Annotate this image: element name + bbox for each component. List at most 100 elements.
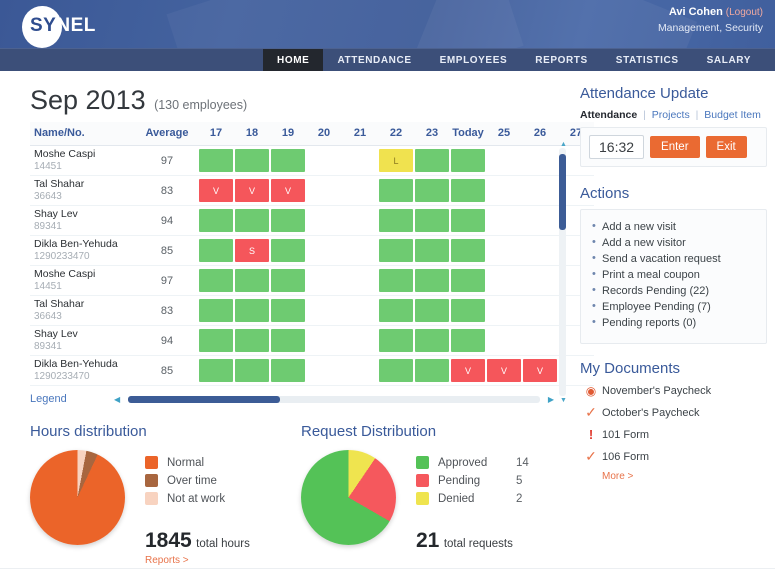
- table-row[interactable]: Dikla Ben-Yehuda129023347085S: [30, 236, 594, 266]
- cell-day-status[interactable]: V: [522, 356, 558, 386]
- day-status-block[interactable]: [379, 179, 413, 202]
- day-status-block[interactable]: [199, 149, 233, 172]
- cell-day-status[interactable]: [378, 176, 414, 206]
- tab-attendance[interactable]: Attendance: [580, 109, 637, 121]
- day-status-block[interactable]: [451, 299, 485, 322]
- day-status-block[interactable]: S: [235, 239, 269, 262]
- day-status-block[interactable]: [235, 359, 269, 382]
- hours-pie-graphic[interactable]: [30, 450, 125, 545]
- day-status-block[interactable]: [199, 269, 233, 292]
- cell-day-status[interactable]: [414, 326, 450, 356]
- cell-day-status[interactable]: [414, 146, 450, 176]
- documents-more-link[interactable]: More >: [602, 471, 767, 482]
- enter-button[interactable]: Enter: [650, 136, 700, 158]
- tab-budget-item[interactable]: Budget Item: [704, 109, 761, 121]
- cell-day-status[interactable]: [414, 356, 450, 386]
- cell-day-status[interactable]: [450, 296, 486, 326]
- scroll-left-icon[interactable]: ◀: [114, 395, 120, 404]
- day-status-block[interactable]: [271, 209, 305, 232]
- cell-day-status[interactable]: [198, 326, 234, 356]
- cell-day-status[interactable]: [450, 176, 486, 206]
- hours-reports-link[interactable]: Reports >: [145, 555, 301, 566]
- cell-day-status[interactable]: [270, 266, 306, 296]
- cell-day-status[interactable]: [270, 296, 306, 326]
- table-row[interactable]: Moshe Caspi1445197: [30, 266, 594, 296]
- cell-day-status[interactable]: [450, 266, 486, 296]
- day-status-block[interactable]: [415, 179, 449, 202]
- day-status-block[interactable]: [199, 239, 233, 262]
- day-status-block[interactable]: V: [271, 179, 305, 202]
- table-row[interactable]: Shay Lev8934194: [30, 326, 594, 356]
- cell-day-status[interactable]: [198, 236, 234, 266]
- cell-day-status[interactable]: [450, 206, 486, 236]
- document-item[interactable]: !101 Form: [580, 427, 767, 442]
- cell-day-status[interactable]: [270, 236, 306, 266]
- cell-employee[interactable]: Tal Shahar36643: [30, 176, 136, 206]
- cell-day-status[interactable]: [198, 296, 234, 326]
- horizontal-scroll-thumb[interactable]: [128, 396, 280, 403]
- day-status-block[interactable]: V: [487, 359, 521, 382]
- day-status-block[interactable]: [379, 239, 413, 262]
- cell-day-status[interactable]: [378, 296, 414, 326]
- cell-day-status[interactable]: [234, 296, 270, 326]
- exit-button[interactable]: Exit: [706, 136, 747, 158]
- table-row[interactable]: Tal Shahar3664383: [30, 296, 594, 326]
- day-status-block[interactable]: [415, 299, 449, 322]
- col-header-name[interactable]: Name/No.: [30, 122, 136, 146]
- day-status-block[interactable]: [415, 239, 449, 262]
- cell-day-status[interactable]: [378, 326, 414, 356]
- day-status-block[interactable]: [271, 329, 305, 352]
- cell-day-status[interactable]: [378, 236, 414, 266]
- cell-employee[interactable]: Dikla Ben-Yehuda1290233470: [30, 236, 136, 266]
- day-status-block[interactable]: V: [199, 179, 233, 202]
- action-item-2[interactable]: Send a vacation request: [591, 251, 756, 267]
- cell-day-status[interactable]: [414, 206, 450, 236]
- scroll-right-icon[interactable]: ▶: [548, 395, 554, 404]
- day-status-block[interactable]: [235, 269, 269, 292]
- nav-item-statistics[interactable]: STATISTICS: [602, 49, 693, 71]
- cell-day-status[interactable]: [270, 356, 306, 386]
- cell-employee[interactable]: Dikla Ben-Yehuda1290233470: [30, 356, 136, 386]
- nav-item-attendance[interactable]: ATTENDANCE: [323, 49, 425, 71]
- cell-day-status[interactable]: [234, 326, 270, 356]
- day-status-block[interactable]: [451, 239, 485, 262]
- day-status-block[interactable]: [415, 149, 449, 172]
- action-item-1[interactable]: Add a new visitor: [591, 235, 756, 251]
- cell-day-status[interactable]: [234, 146, 270, 176]
- cell-day-status[interactable]: [198, 146, 234, 176]
- cell-day-status[interactable]: [450, 236, 486, 266]
- cell-day-status[interactable]: [450, 326, 486, 356]
- day-status-block[interactable]: [415, 329, 449, 352]
- cell-day-status[interactable]: [414, 236, 450, 266]
- cell-employee[interactable]: Moshe Caspi14451: [30, 146, 136, 176]
- tab-projects[interactable]: Projects: [652, 109, 690, 121]
- day-status-block[interactable]: [379, 269, 413, 292]
- day-status-block[interactable]: [235, 299, 269, 322]
- action-item-5[interactable]: Employee Pending (7): [591, 299, 756, 315]
- cell-day-status[interactable]: [450, 146, 486, 176]
- col-header-day-25[interactable]: 25: [486, 122, 522, 146]
- cell-day-status[interactable]: V: [234, 176, 270, 206]
- day-status-block[interactable]: [451, 179, 485, 202]
- action-item-6[interactable]: Pending reports (0): [591, 315, 756, 331]
- document-item[interactable]: ◉November's Paycheck: [580, 384, 767, 398]
- cell-day-status[interactable]: V: [270, 176, 306, 206]
- day-status-block[interactable]: [451, 269, 485, 292]
- day-status-block[interactable]: [235, 329, 269, 352]
- cell-day-status[interactable]: V: [198, 176, 234, 206]
- vertical-scroll-thumb[interactable]: [559, 154, 566, 230]
- cell-day-status[interactable]: [198, 206, 234, 236]
- cell-day-status[interactable]: [270, 326, 306, 356]
- day-status-block[interactable]: [379, 329, 413, 352]
- col-header-day-19[interactable]: 19: [270, 122, 306, 146]
- cell-employee[interactable]: Shay Lev89341: [30, 326, 136, 356]
- cell-employee[interactable]: Shay Lev89341: [30, 206, 136, 236]
- day-status-block[interactable]: [379, 299, 413, 322]
- action-item-0[interactable]: Add a new visit: [591, 219, 756, 235]
- cell-day-status[interactable]: [198, 356, 234, 386]
- cell-day-status[interactable]: [414, 296, 450, 326]
- nav-item-employees[interactable]: EMPLOYEES: [426, 49, 522, 71]
- col-header-day-20[interactable]: 20: [306, 122, 342, 146]
- col-header-day-23[interactable]: 23: [414, 122, 450, 146]
- day-status-block[interactable]: [415, 269, 449, 292]
